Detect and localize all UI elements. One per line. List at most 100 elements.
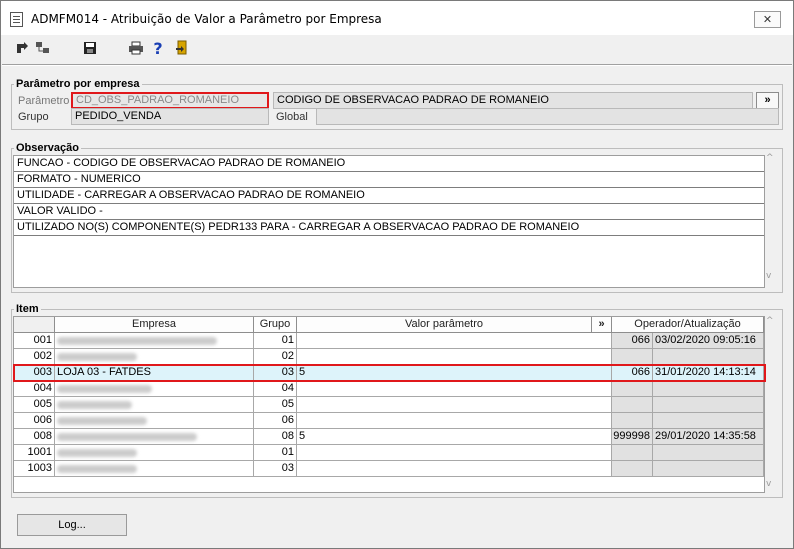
cell-codigo[interactable]: 1001 (14, 445, 55, 461)
cell-grupo[interactable]: 05 (254, 397, 297, 413)
cell-grupo[interactable]: 03 (254, 461, 297, 477)
table-row[interactable]: 1003 03 (14, 461, 764, 477)
cell-operador[interactable]: 999998 (612, 429, 653, 445)
exit-door-icon[interactable] (173, 39, 191, 57)
redacted-empresa (57, 385, 152, 393)
column-header-empresa[interactable]: Empresa (55, 317, 254, 333)
cell-valor[interactable]: 5 (297, 429, 612, 445)
cell-grupo[interactable]: 02 (254, 349, 297, 365)
cell-empresa[interactable] (55, 429, 254, 445)
item-legend: Item (16, 303, 39, 315)
observacao-line: FUNCAO - CODIGO DE OBSERVACAO PADRAO DE … (14, 156, 764, 172)
cell-codigo[interactable]: 006 (14, 413, 55, 429)
cell-codigo[interactable]: 004 (14, 381, 55, 397)
cell-valor[interactable]: 5 (297, 365, 612, 381)
cell-grupo[interactable]: 01 (254, 445, 297, 461)
scroll-down-icon[interactable]: v (766, 271, 771, 281)
cell-empresa[interactable] (55, 413, 254, 429)
observacao-line: UTILIDADE - CARREGAR A OBSERVACAO PADRAO… (14, 188, 764, 204)
parametro-description-field: CODIGO DE OBSERVACAO PADRAO DE ROMANEIO (273, 92, 753, 109)
column-header-grupo[interactable]: Grupo (254, 317, 297, 333)
help-icon[interactable]: ? (149, 39, 167, 58)
cell-valor[interactable] (297, 397, 612, 413)
cell-valor[interactable] (297, 333, 612, 349)
column-more-button[interactable]: » (592, 317, 612, 333)
cell-empresa[interactable] (55, 381, 254, 397)
observacao-legend: Observação (16, 142, 79, 154)
cell-empresa[interactable] (55, 461, 254, 477)
redacted-empresa (57, 337, 217, 345)
title-bar: ADMFM014 - Atribuição de Valor a Parâmet… (1, 1, 793, 35)
cell-grupo[interactable]: 01 (254, 333, 297, 349)
parametro-lookup-button[interactable]: » (756, 92, 779, 109)
cell-grupo[interactable]: 03 (254, 365, 297, 381)
window-title: ADMFM014 - Atribuição de Valor a Parâmet… (31, 12, 382, 26)
close-button[interactable]: ✕ (754, 11, 781, 28)
grupo-label: Grupo (18, 111, 49, 123)
global-label: Global (276, 111, 308, 123)
cell-valor[interactable] (297, 413, 612, 429)
redacted-empresa (57, 433, 197, 441)
cell-atualizacao[interactable] (653, 413, 764, 429)
table-row[interactable]: 005 05 (14, 397, 764, 413)
table-row[interactable]: 004 04 (14, 381, 764, 397)
arrow-left-icon[interactable] (13, 39, 31, 57)
cell-empresa[interactable] (55, 397, 254, 413)
print-icon[interactable] (127, 39, 145, 57)
cell-operador[interactable] (612, 349, 653, 365)
toolbar-separator (2, 64, 792, 66)
table-row[interactable]: 008 08 5 999998 29/01/2020 14:35:58 (14, 429, 764, 445)
tree-icon[interactable] (34, 39, 52, 57)
cell-grupo[interactable]: 08 (254, 429, 297, 445)
cell-operador[interactable] (612, 381, 653, 397)
cell-codigo[interactable]: 1003 (14, 461, 55, 477)
table-row[interactable]: 1001 01 (14, 445, 764, 461)
scroll-up-icon[interactable]: ^ (766, 153, 774, 163)
cell-codigo[interactable]: 008 (14, 429, 55, 445)
cell-valor[interactable] (297, 381, 612, 397)
grid-scroll-up-icon[interactable]: ^ (766, 316, 774, 326)
cell-codigo[interactable]: 005 (14, 397, 55, 413)
cell-atualizacao[interactable]: 03/02/2020 09:05:16 (653, 333, 764, 349)
log-button[interactable]: Log... (17, 514, 127, 536)
parametro-field[interactable]: CD_OBS_PADRAO_ROMANEIO (71, 92, 269, 109)
cell-codigo[interactable]: 001 (14, 333, 55, 349)
observacao-line: UTILIZADO NO(S) COMPONENTE(S) PEDR133 PA… (14, 220, 764, 236)
cell-atualizacao[interactable] (653, 381, 764, 397)
cell-operador[interactable]: 066 (612, 365, 653, 381)
cell-empresa[interactable] (55, 445, 254, 461)
cell-codigo[interactable]: 002 (14, 349, 55, 365)
cell-atualizacao[interactable] (653, 461, 764, 477)
cell-atualizacao[interactable] (653, 349, 764, 365)
column-header-operador[interactable]: Operador/Atualização (612, 317, 764, 333)
cell-operador[interactable]: 066 (612, 333, 653, 349)
cell-valor[interactable] (297, 461, 612, 477)
redacted-empresa (57, 417, 147, 425)
cell-atualizacao[interactable]: 29/01/2020 14:35:58 (653, 429, 764, 445)
cell-valor[interactable] (297, 445, 612, 461)
cell-operador[interactable] (612, 413, 653, 429)
cell-operador[interactable] (612, 397, 653, 413)
cell-atualizacao[interactable] (653, 397, 764, 413)
cell-empresa[interactable] (55, 349, 254, 365)
table-row[interactable]: 002 02 (14, 349, 764, 365)
observacao-textbox[interactable]: FUNCAO - CODIGO DE OBSERVACAO PADRAO DE … (13, 155, 765, 288)
grid-corner-header (14, 317, 55, 333)
cell-empresa[interactable]: LOJA 03 - FATDES (55, 365, 254, 381)
table-row[interactable]: 001 01 066 03/02/2020 09:05:16 (14, 333, 764, 349)
cell-grupo[interactable]: 06 (254, 413, 297, 429)
cell-atualizacao[interactable] (653, 445, 764, 461)
cell-operador[interactable] (612, 445, 653, 461)
cell-valor[interactable] (297, 349, 612, 365)
cell-operador[interactable] (612, 461, 653, 477)
table-row[interactable]: 003 LOJA 03 - FATDES 03 5 066 31/01/2020 14:1… (14, 365, 764, 381)
grid-scroll-down-icon[interactable]: v (766, 479, 771, 489)
cell-codigo[interactable]: 003 (14, 365, 55, 381)
cell-empresa[interactable] (55, 333, 254, 349)
parametro-legend: Parâmetro por empresa (16, 78, 140, 90)
table-row[interactable]: 006 06 (14, 413, 764, 429)
cell-atualizacao[interactable]: 31/01/2020 14:13:14 (653, 365, 764, 381)
column-header-valor[interactable]: Valor parâmetro (297, 317, 592, 333)
cell-grupo[interactable]: 04 (254, 381, 297, 397)
save-icon[interactable] (81, 39, 99, 57)
